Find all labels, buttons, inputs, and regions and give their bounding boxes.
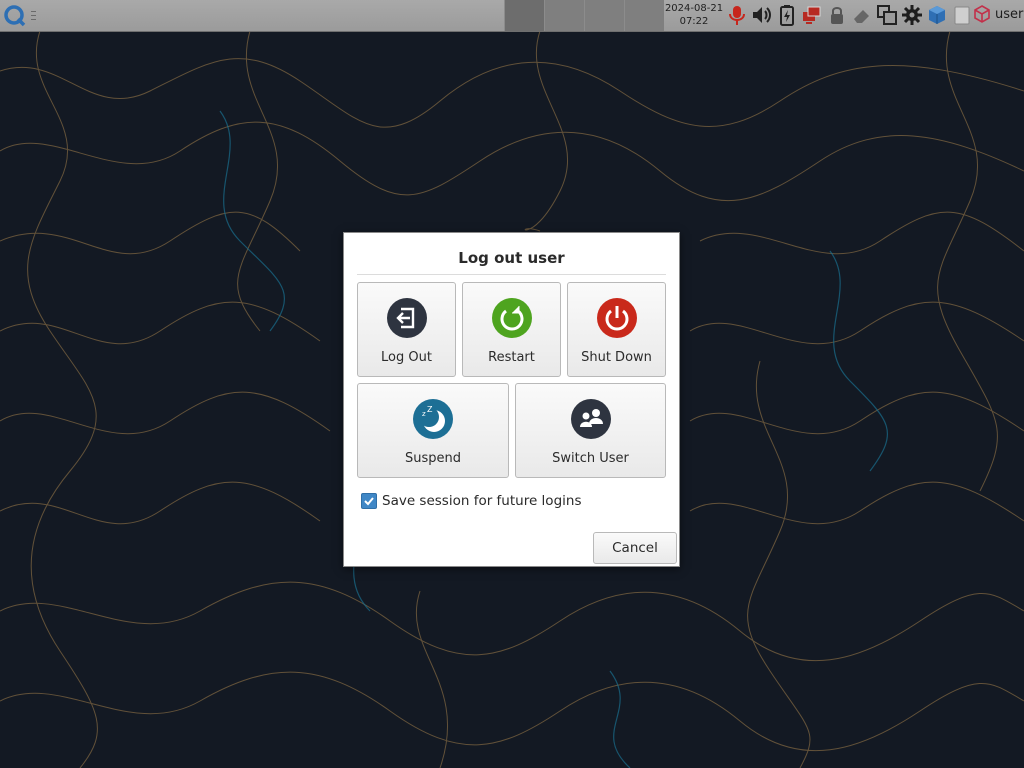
package-cube-icon[interactable] xyxy=(926,3,948,27)
log-out-button[interactable]: Log Out xyxy=(357,282,456,377)
workspace-button[interactable] xyxy=(584,0,624,31)
shut-down-label: Shut Down xyxy=(581,350,652,365)
logout-dialog: Log out user Log Out Restart Shut Down z… xyxy=(343,232,680,567)
workspace-button[interactable] xyxy=(504,0,544,31)
switch-user-label: Switch User xyxy=(552,451,629,466)
save-session-label: Save session for future logins xyxy=(382,493,582,509)
blank-tray-icon[interactable] xyxy=(951,3,973,27)
save-session-option[interactable]: Save session for future logins xyxy=(361,493,581,509)
workspace-button[interactable] xyxy=(624,0,664,31)
restart-label: Restart xyxy=(488,350,535,365)
cancel-button[interactable]: Cancel xyxy=(593,532,677,564)
user-cube-icon xyxy=(974,5,990,23)
battery-icon[interactable] xyxy=(776,3,798,27)
shut-down-button[interactable]: Shut Down xyxy=(567,282,666,377)
clock-time: 07:22 xyxy=(679,16,709,27)
user-menu[interactable]: user xyxy=(973,5,1023,23)
checkmark-icon xyxy=(364,497,374,506)
suspend-label: Suspend xyxy=(404,451,461,466)
network-icon[interactable] xyxy=(801,3,823,27)
panel-handle-icon[interactable] xyxy=(30,8,38,22)
settings-gear-icon[interactable] xyxy=(901,3,923,27)
eraser-icon[interactable] xyxy=(851,3,873,27)
save-session-checkbox[interactable] xyxy=(361,493,377,509)
user-label: user xyxy=(995,6,1024,22)
system-tray xyxy=(726,3,973,27)
microphone-icon[interactable] xyxy=(726,3,748,27)
switch-user-button[interactable]: Switch User xyxy=(515,383,666,478)
clock[interactable]: 2024-08-21 07:22 xyxy=(664,0,724,31)
log-out-label: Log Out xyxy=(381,350,432,365)
power-icon xyxy=(596,298,637,338)
volume-icon[interactable] xyxy=(751,3,773,27)
restart-icon xyxy=(491,298,532,338)
top-panel: 2024-08-21 07:22 user xyxy=(0,0,1024,32)
switch-user-icon xyxy=(570,399,611,439)
app-menu-icon[interactable] xyxy=(3,4,27,28)
suspend-moon-icon: zZ xyxy=(413,399,453,439)
log-out-icon xyxy=(386,298,427,338)
taskbar xyxy=(504,0,664,31)
lock-icon[interactable] xyxy=(826,3,848,27)
dialog-title: Log out user xyxy=(357,247,666,275)
clock-date: 2024-08-21 xyxy=(664,3,724,14)
suspend-button[interactable]: zZ Suspend xyxy=(357,383,509,478)
window-switch-icon[interactable] xyxy=(876,3,898,27)
svg-text:Z: Z xyxy=(427,405,433,414)
svg-text:z: z xyxy=(422,410,426,418)
restart-button[interactable]: Restart xyxy=(462,282,561,377)
workspace-button[interactable] xyxy=(544,0,584,31)
